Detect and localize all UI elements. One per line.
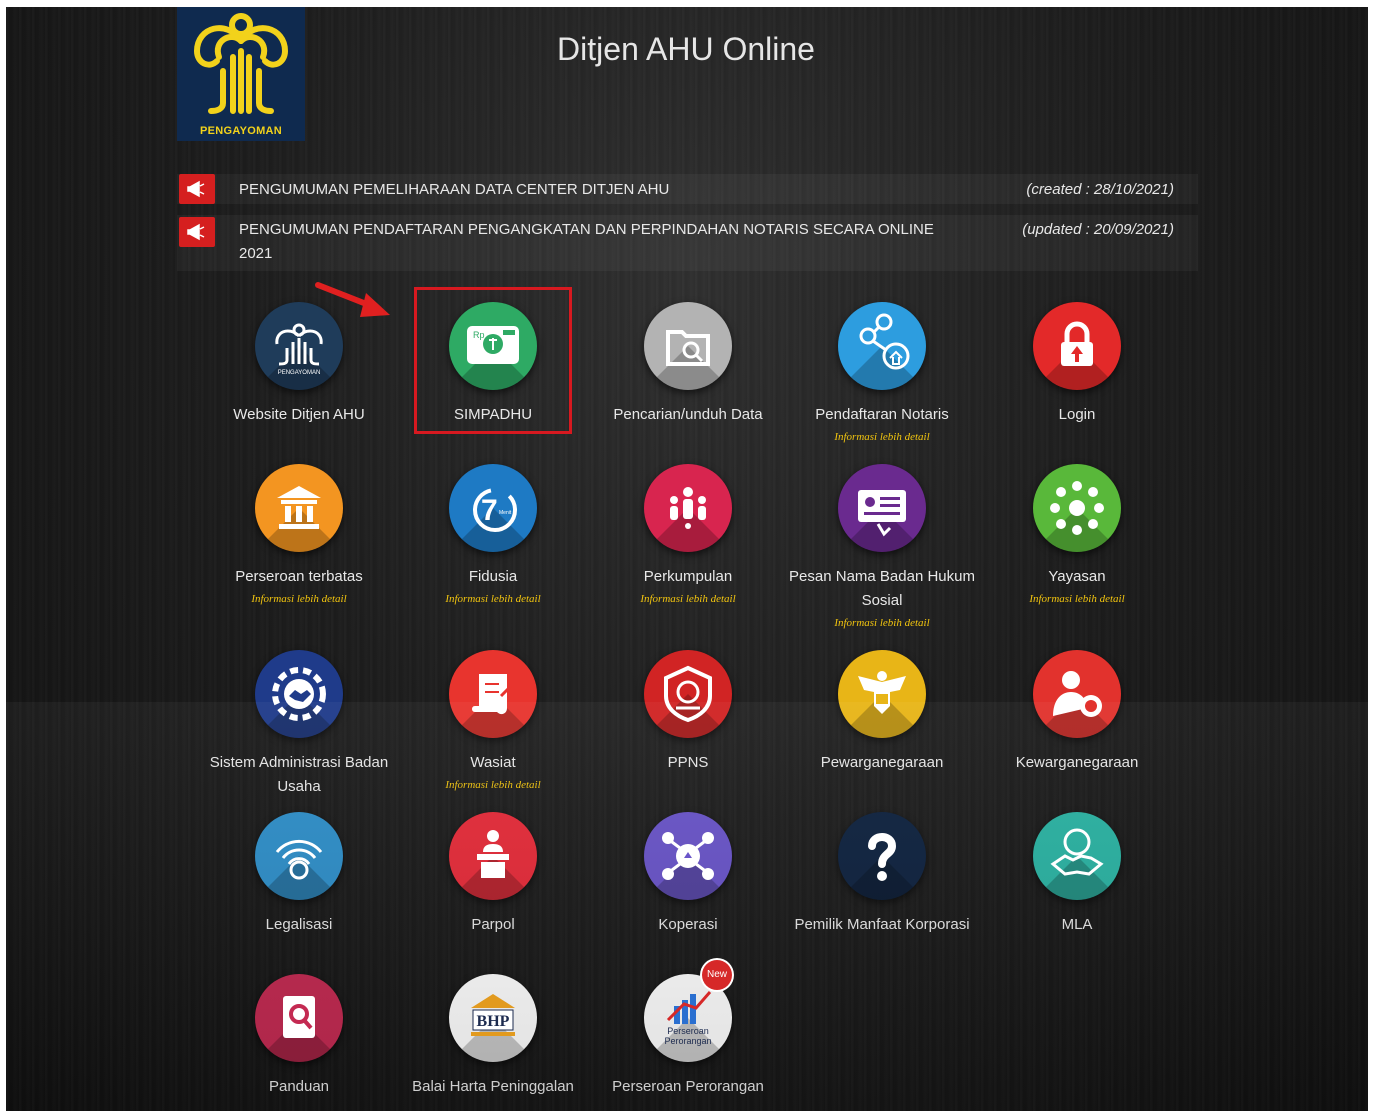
service-legalisasi[interactable]: Legalisasi xyxy=(202,812,396,937)
building-icon xyxy=(255,464,343,552)
service-pencarian-unduh-data[interactable]: Pencarian/unduh Data xyxy=(591,302,785,427)
svg-text:7: 7 xyxy=(481,494,498,527)
svg-text:Menit: Menit xyxy=(499,510,512,516)
service-label: PPNS xyxy=(667,754,709,771)
more-info-link[interactable]: Informasi lebih detail xyxy=(980,592,1174,606)
globe-handshake-icon xyxy=(1033,812,1121,900)
globe-signal-icon xyxy=(255,812,343,900)
service-pewarganegaraan[interactable]: Pewarganegaraan xyxy=(785,650,979,775)
service-yayasan[interactable]: Yayasan Informasi lebih detail xyxy=(980,464,1174,606)
book-search-icon xyxy=(255,974,343,1062)
scroll-icon xyxy=(449,650,537,738)
service-label: Pencarian/unduh Data xyxy=(613,406,763,423)
page-title: Ditjen AHU Online xyxy=(557,31,815,67)
more-info-link[interactable]: Informasi lebih detail xyxy=(396,778,590,792)
service-label: Fidusia xyxy=(468,568,518,585)
pengayoman-logo[interactable]: PENGAYOMAN xyxy=(177,7,305,141)
page-background: PENGAYOMAN Ditjen AHU Online PENGUMUMAN … xyxy=(6,7,1368,1111)
service-label: Login xyxy=(1058,406,1096,423)
service-fidusia[interactable]: 7 Menit Fidusia Informasi lebih detail xyxy=(396,464,590,606)
service-label: Perseroan Perorangan xyxy=(612,1078,764,1095)
service-login[interactable]: Login xyxy=(980,302,1174,427)
pengayoman-logo-icon xyxy=(193,13,289,114)
service-label: Pendaftaran Notaris xyxy=(815,406,949,423)
announcement-date: (updated : 20/09/2021) xyxy=(1022,221,1174,238)
service-label: Panduan xyxy=(268,1078,330,1095)
cooperative-icon xyxy=(644,812,732,900)
service-panduan[interactable]: Panduan xyxy=(202,974,396,1099)
bhp-building-icon: BHP xyxy=(449,974,537,1062)
more-info-link[interactable]: Informasi lebih detail xyxy=(785,616,979,630)
id-card-icon xyxy=(838,464,926,552)
announcement-link[interactable]: PENGUMUMAN PENDAFTARAN PENGANGKATAN DAN … xyxy=(239,218,969,266)
service-balai-harta-peninggalan[interactable]: BHP Balai Harta Peninggalan xyxy=(396,974,590,1099)
service-pemilik-manfaat-korporasi[interactable]: Pemilik Manfaat Korporasi xyxy=(785,812,979,937)
megaphone-icon xyxy=(179,217,215,247)
service-perkumpulan[interactable]: Perkumpulan Informasi lebih detail xyxy=(591,464,785,606)
hands-circle-icon xyxy=(1033,464,1121,552)
service-pesan-nama-badan-hukum-sosial[interactable]: Pesan Nama Badan Hukum Sosial Informasi … xyxy=(785,464,979,630)
svg-text:Perseroan: Perseroan xyxy=(667,1026,709,1036)
service-label: Balai Harta Peninggalan xyxy=(412,1078,574,1095)
service-label: Parpol xyxy=(471,916,515,933)
service-label: Pewarganegaraan xyxy=(820,754,944,771)
service-label: Koperasi xyxy=(658,916,718,933)
service-label: Kewarganegaraan xyxy=(1015,754,1139,771)
folder-search-icon xyxy=(644,302,732,390)
announcement-date: (created : 28/10/2021) xyxy=(1026,181,1174,198)
more-info-link[interactable]: Informasi lebih detail xyxy=(396,592,590,606)
service-label: Legalisasi xyxy=(265,916,333,933)
svg-text:Perorangan: Perorangan xyxy=(664,1036,711,1046)
people-group-icon xyxy=(644,464,732,552)
more-info-link[interactable]: Informasi lebih detail xyxy=(785,430,979,444)
more-info-link[interactable]: Informasi lebih detail xyxy=(591,592,785,606)
megaphone-icon xyxy=(179,174,215,204)
svg-text:PENGAYOMAN: PENGAYOMAN xyxy=(278,370,321,376)
logo-caption: PENGAYOMAN xyxy=(199,125,283,137)
service-label: MLA xyxy=(1061,916,1093,933)
service-sistem-administrasi-badan-usaha[interactable]: Sistem Administrasi Badan Usaha xyxy=(202,650,396,799)
svg-text:BHP: BHP xyxy=(477,1013,510,1030)
service-label: Pemilik Manfaat Korporasi xyxy=(794,916,970,933)
more-info-link[interactable]: Informasi lebih detail xyxy=(202,592,396,606)
service-kewarganegaraan[interactable]: Kewarganegaraan xyxy=(980,650,1174,775)
payment-card-icon: Rp xyxy=(449,302,537,390)
service-label: Pesan Nama Badan Hukum Sosial xyxy=(789,568,975,609)
service-perseroan-terbatas[interactable]: Perseroan terbatas Informasi lebih detai… xyxy=(202,464,396,606)
service-label: Perkumpulan xyxy=(643,568,733,585)
service-mla[interactable]: MLA xyxy=(980,812,1174,937)
service-label: Sistem Administrasi Badan Usaha xyxy=(209,754,389,795)
service-label: Perseroan terbatas xyxy=(235,568,363,585)
announcement-row[interactable]: PENGUMUMAN PEMELIHARAAN DATA CENTER DITJ… xyxy=(177,174,1198,204)
garuda-icon xyxy=(838,650,926,738)
announcement-link[interactable]: PENGUMUMAN PEMELIHARAAN DATA CENTER DITJ… xyxy=(239,178,969,202)
service-pendaftaran-notaris[interactable]: Pendaftaran Notaris Informasi lebih deta… xyxy=(785,302,979,444)
question-mark-icon xyxy=(838,812,926,900)
badge-shield-icon xyxy=(644,650,732,738)
pengayoman-logo-icon: PENGAYOMAN xyxy=(255,302,343,390)
gear-handshake-icon xyxy=(255,650,343,738)
service-label: Wasiat xyxy=(470,754,516,771)
new-badge: New xyxy=(702,960,732,990)
lock-icon xyxy=(1033,302,1121,390)
network-icon xyxy=(838,302,926,390)
service-koperasi[interactable]: Koperasi xyxy=(591,812,785,937)
person-flag-icon xyxy=(1033,650,1121,738)
stopwatch-icon: 7 Menit xyxy=(449,464,537,552)
podium-speaker-icon xyxy=(449,812,537,900)
service-label: Yayasan xyxy=(1048,568,1106,585)
service-ppns[interactable]: PPNS xyxy=(591,650,785,775)
service-perseroan-perorangan[interactable]: New Perseroan Perorangan Perseroan Perora… xyxy=(591,960,785,1099)
service-parpol[interactable]: Parpol xyxy=(396,812,590,937)
service-wasiat[interactable]: Wasiat Informasi lebih detail xyxy=(396,650,590,792)
service-label: Website Ditjen AHU xyxy=(233,406,365,423)
announcement-row[interactable]: PENGUMUMAN PENDAFTARAN PENGANGKATAN DAN … xyxy=(177,215,1198,271)
svg-text:Rp: Rp xyxy=(473,330,485,340)
